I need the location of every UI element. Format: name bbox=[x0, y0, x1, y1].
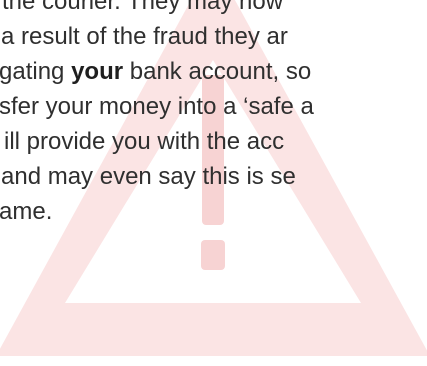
text-line-3-emphasis: your bbox=[71, 58, 124, 85]
text-line-3-suffix: bank account, so bbox=[123, 58, 312, 85]
text-line-7-content: ame. bbox=[0, 198, 53, 225]
text-line-6: and may even say this is se bbox=[1, 159, 427, 194]
text-line-2: a result of the fraud they ar bbox=[1, 19, 427, 54]
text-line-4: sfer your money into a ‘safe a bbox=[0, 89, 426, 124]
text-line-2-content: a result of the fraud they ar bbox=[1, 23, 288, 50]
text-line-6-content: and may even say this is se bbox=[1, 163, 296, 190]
body-paragraph: the courier. They may now a result of th… bbox=[0, 0, 427, 229]
text-line-3-prefix: gating bbox=[0, 58, 72, 85]
text-line-5: ill provide you with the acc bbox=[4, 124, 427, 159]
text-line-1: the courier. They may now bbox=[2, 0, 427, 19]
text-line-1-content: the courier. They may now bbox=[2, 0, 284, 15]
text-line-3: gating your bank account, so bbox=[0, 54, 426, 89]
text-line-7: ame. bbox=[0, 194, 426, 229]
text-line-5-content: ill provide you with the acc bbox=[4, 128, 285, 155]
document-page: the courier. They may now a result of th… bbox=[0, 0, 427, 366]
text-line-4-content: sfer your money into a ‘safe a bbox=[0, 93, 314, 120]
warning-exclamation-dot bbox=[201, 240, 225, 270]
